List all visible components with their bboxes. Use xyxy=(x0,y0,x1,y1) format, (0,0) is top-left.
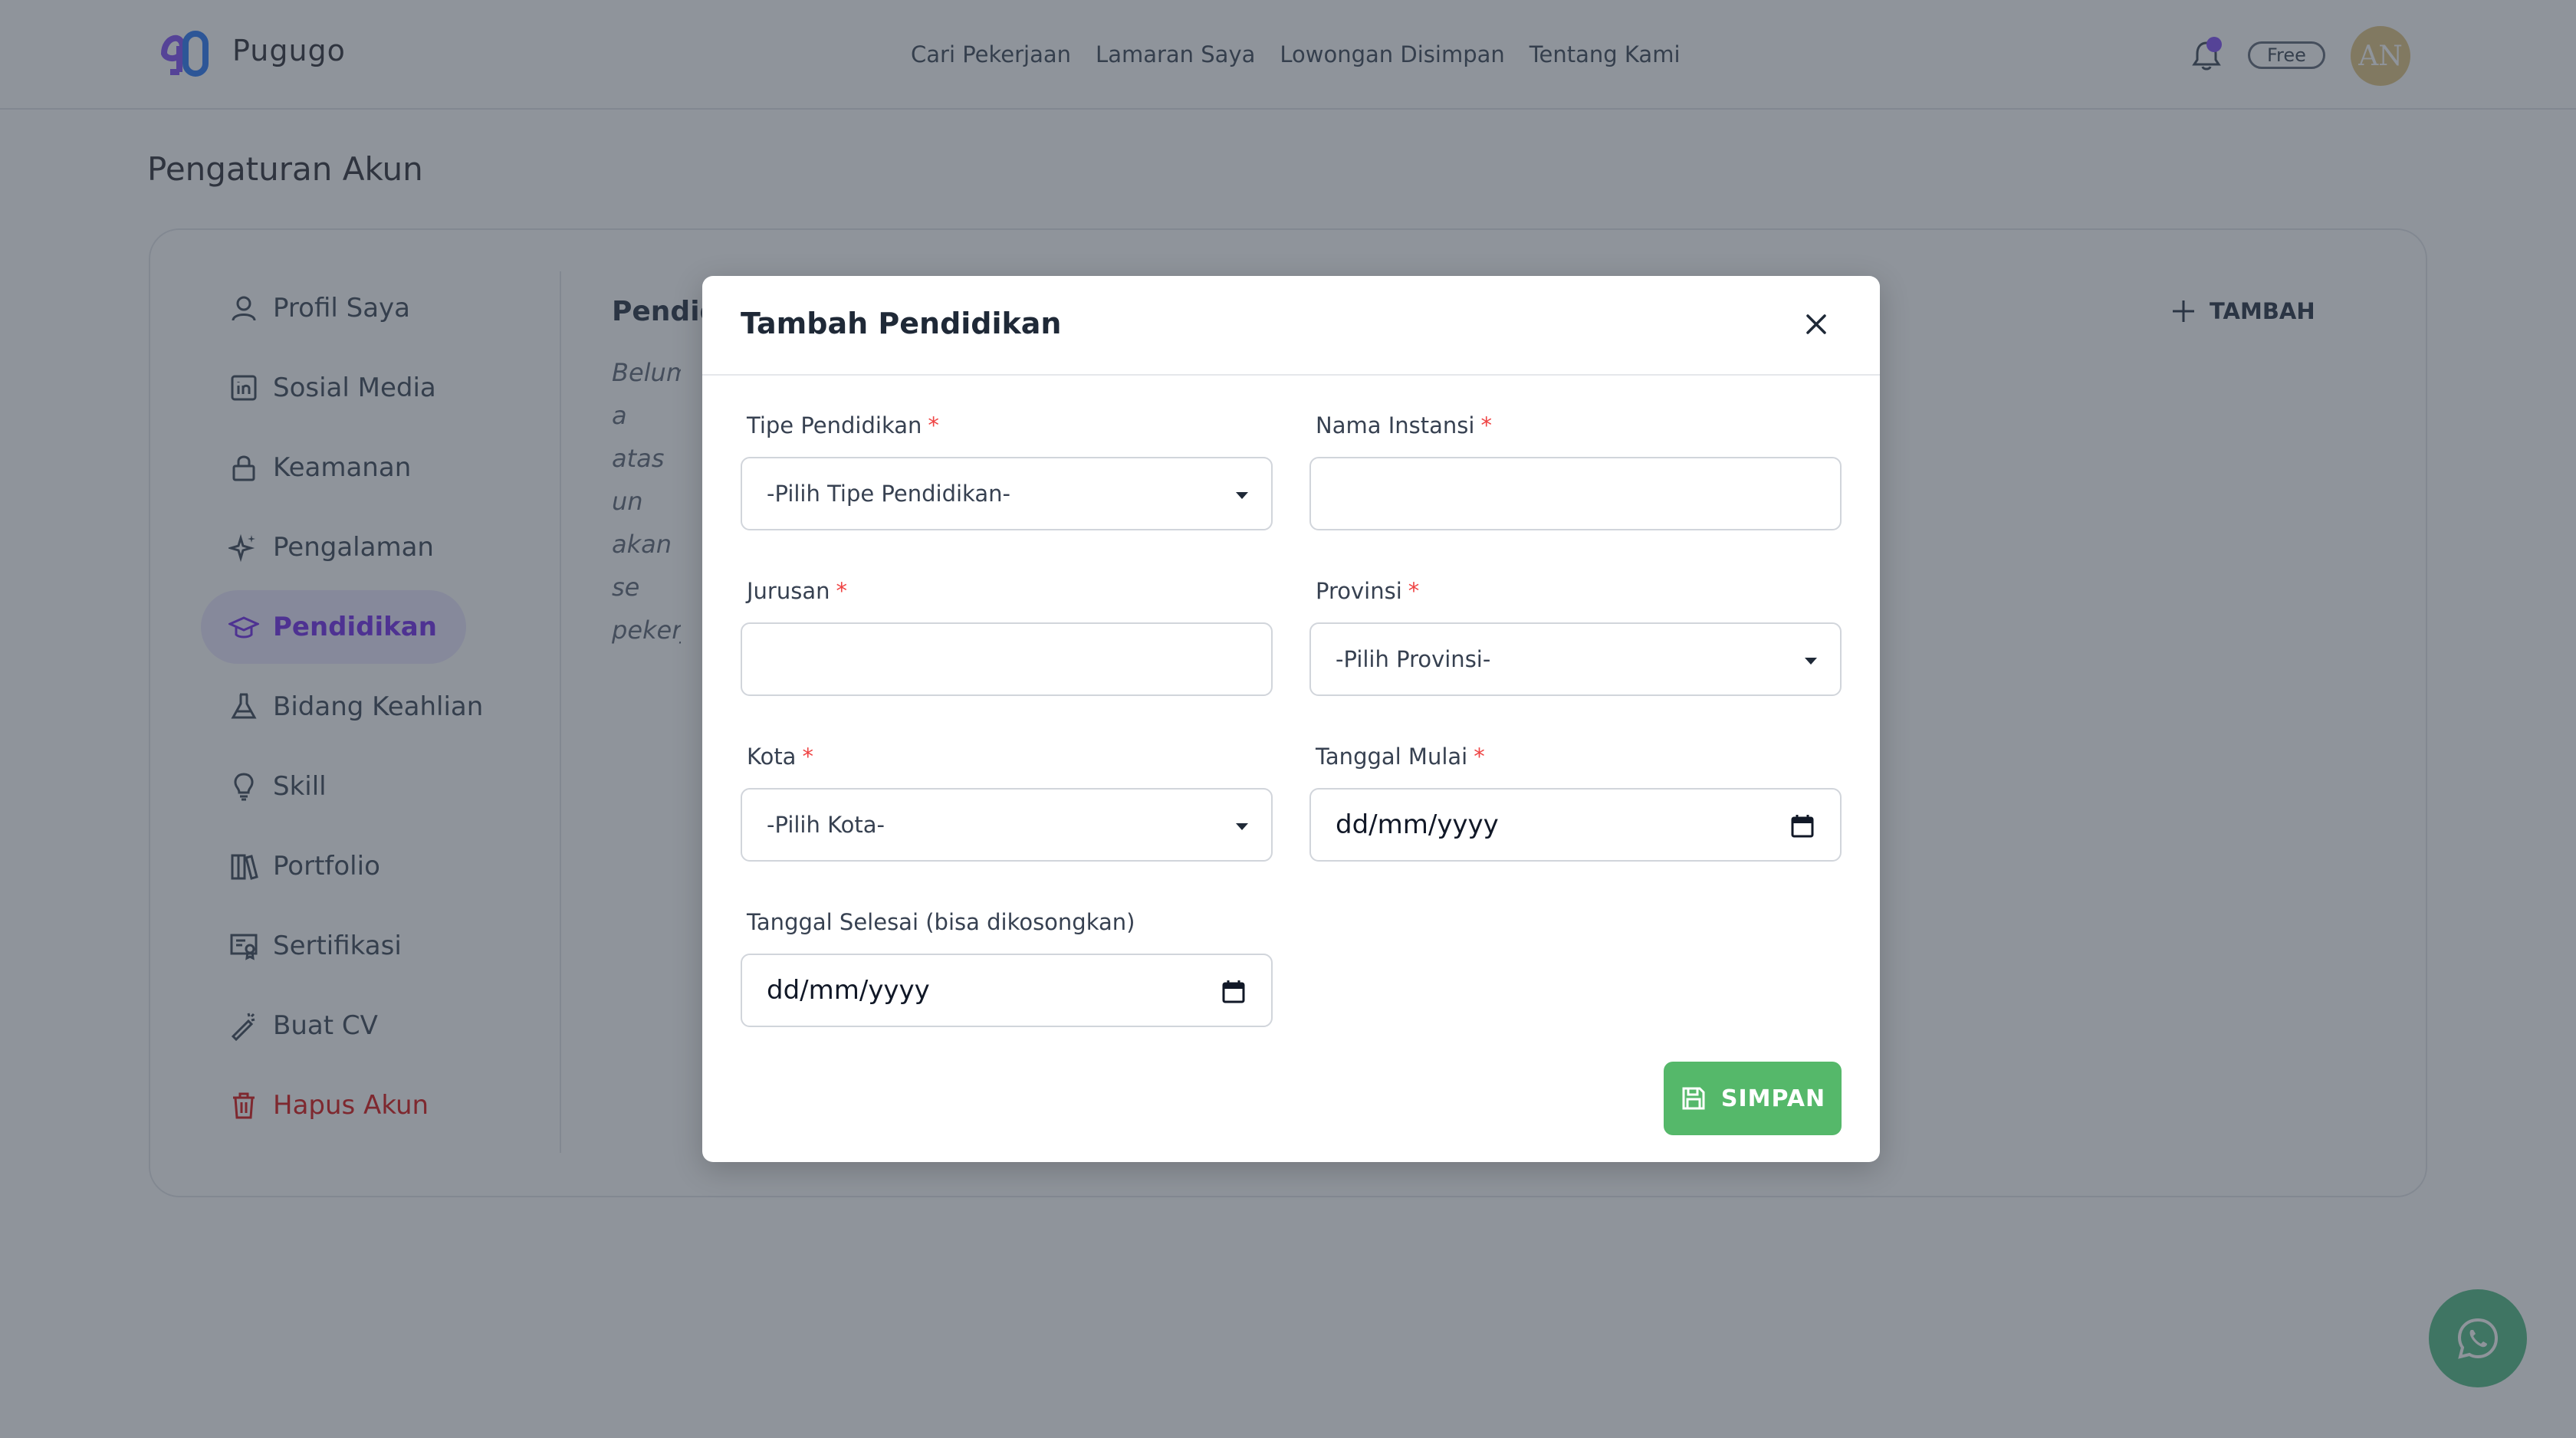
add-education-modal: Tambah Pendidikan Tipe Pendidikan * -Pili… xyxy=(702,276,1880,1162)
jurusan-input[interactable] xyxy=(741,622,1273,696)
tanggal-mulai-label: Tanggal Mulai * xyxy=(1316,744,1485,770)
modal-header: Tambah Pendidikan xyxy=(702,276,1880,376)
tanggal-selesai-label: Tanggal Selesai (bisa dikosongkan) xyxy=(747,909,1135,935)
chevron-down-icon xyxy=(1236,823,1248,830)
chevron-down-icon xyxy=(1236,492,1248,499)
tipe-pendidikan-select[interactable]: -Pilih Tipe Pendidikan- xyxy=(741,457,1273,530)
tanggal-selesai-input[interactable]: dd/mm/yyyy xyxy=(741,954,1273,1027)
save-button[interactable]: SIMPAN xyxy=(1664,1062,1842,1135)
nama-instansi-label: Nama Instansi * xyxy=(1316,412,1492,438)
save-icon xyxy=(1682,1087,1705,1110)
provinsi-select[interactable]: -Pilih Provinsi- xyxy=(1309,622,1842,696)
kota-label: Kota * xyxy=(747,744,813,770)
tanggal-mulai-input[interactable]: dd/mm/yyyy xyxy=(1309,788,1842,862)
close-icon[interactable] xyxy=(1800,308,1832,340)
nama-instansi-input[interactable] xyxy=(1309,457,1842,530)
provinsi-label: Provinsi * xyxy=(1316,578,1420,604)
chevron-down-icon xyxy=(1805,658,1817,665)
jurusan-label: Jurusan * xyxy=(747,578,847,604)
kota-select[interactable]: -Pilih Kota- xyxy=(741,788,1273,862)
tipe-pendidikan-label: Tipe Pendidikan * xyxy=(747,412,939,438)
modal-title: Tambah Pendidikan xyxy=(741,307,1062,340)
calendar-icon[interactable] xyxy=(1789,813,1815,839)
calendar-icon[interactable] xyxy=(1221,978,1247,1004)
